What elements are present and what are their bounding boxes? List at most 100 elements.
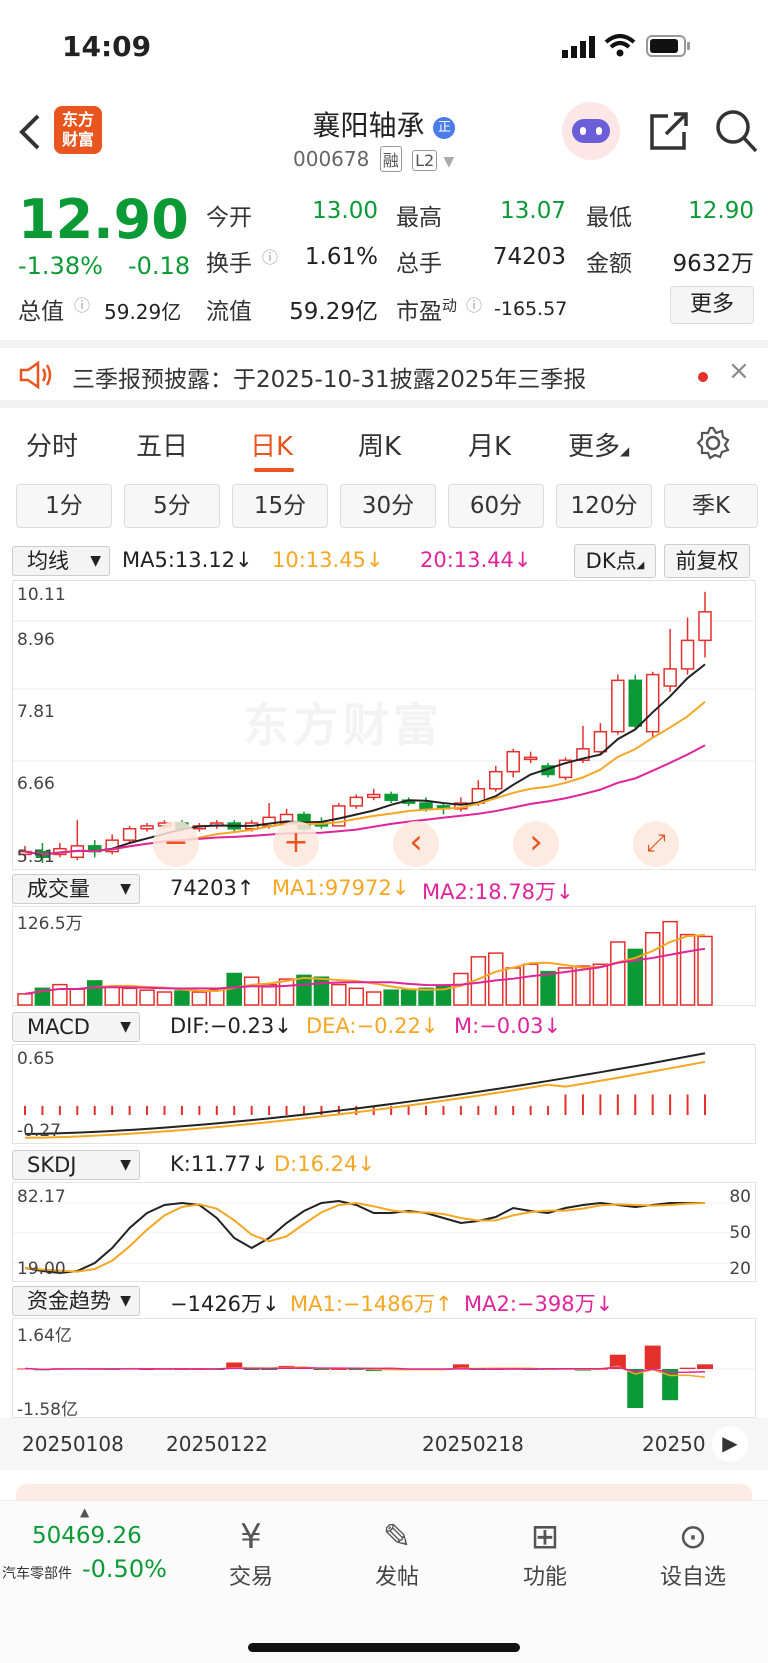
candle-body [593,730,608,753]
battery-icon [646,35,690,57]
home-indicator [248,1643,520,1652]
float-value: 59.29亿 [289,299,378,325]
tab-5min[interactable]: 5分 [124,484,220,528]
low-value: 12.90 [688,198,754,224]
yen-icon: ¥ [240,1517,262,1557]
candle-body [489,770,503,790]
status-time: 14:09 [62,30,152,63]
volume-bar [400,989,417,1006]
volume-bar [679,933,696,1006]
dk-button[interactable]: DK点◢ [574,544,656,578]
tab-weekly[interactable]: 周K [358,426,401,463]
volume-bar [662,920,678,1006]
ma20-value: 20:13.44↓ [420,548,532,572]
ref-label: 80 [729,1187,751,1207]
tab-30min[interactable]: 30分 [340,484,436,528]
tab-120min[interactable]: 120分 [556,484,652,528]
tab-15min[interactable]: 15分 [232,484,328,528]
kline-panel[interactable]: 东方财富 10.11 8.96 7.81 6.66 5.51 − + ‹ › ⤢ [12,580,757,870]
pe-value: -165.57 [494,298,568,320]
tab-60min[interactable]: 60分 [448,484,544,528]
tab-monthly[interactable]: 月K [468,426,511,463]
fund-chart [13,1345,757,1408]
macd-selector[interactable]: MACD ▼ [12,1012,140,1042]
tab-daily[interactable]: 日K [250,426,293,463]
tab-5day[interactable]: 五日 [136,426,188,463]
adjust-button[interactable]: 前复权 [664,544,750,578]
volume-bar [261,983,277,1006]
function-button[interactable]: ⊞ 功能 [500,1515,590,1591]
settings-icon[interactable] [696,426,730,460]
ma-selector[interactable]: 均线 ▼ [12,546,110,576]
chevron-down-icon: ▼ [120,1293,131,1309]
volume-bar [52,983,68,1006]
k-line [24,1199,705,1275]
volume-bar [296,974,312,1006]
volume-value: 74203 [492,244,566,270]
l2-tag: L2 [412,150,438,171]
volume-panel[interactable]: 126.5万 [12,906,756,1006]
volume-ma2: MA2:18.78万↓ [422,880,574,904]
volume-bar [644,931,661,1006]
volume-bar [139,989,155,1006]
index-name: 汽车零部件 [2,1566,72,1582]
fund-bar [644,1345,661,1369]
info-icon[interactable]: ⓘ [262,244,278,268]
search-icon[interactable] [714,108,758,154]
volume-ma1: MA1:97972↓ [272,876,410,900]
y-label: 126.5万 [17,914,83,934]
period-tabs: 分时 五日 日K 周K 月K 更多◢ [0,412,768,472]
stock-header: 东方 财富 襄阳轴承 正 000678 融 L2 ▼ [0,100,768,180]
ma-line [24,663,706,856]
share-icon[interactable] [648,110,690,152]
zoom-in-button[interactable]: + [273,821,319,867]
open-value: 13.00 [312,198,378,224]
candle-body [645,673,660,733]
fund-value: −1426万↓ [170,1292,280,1316]
scroll-left-button[interactable]: ‹ [393,821,439,867]
more-button[interactable]: 更多 [670,286,754,324]
turnover-label: 换手 [206,251,252,277]
edit-icon: ✎ [382,1517,412,1557]
close-icon[interactable]: × [728,356,750,386]
notice-bar[interactable]: 三季报预披露：于2025-10-31披露2025年三季报 × [0,340,768,408]
zoom-out-button[interactable]: − [153,821,199,867]
volume-bar [86,980,103,1006]
stock-code: 000678 [293,147,370,171]
tab-more[interactable]: 更多◢ [568,426,629,463]
fund-panel[interactable]: 1.64亿 -1.58亿 [12,1318,757,1420]
macd-panel[interactable]: 0.65 -0.27 [12,1044,756,1144]
volume-selector[interactable]: 成交量 ▼ [12,874,140,904]
y-label: 7.81 [17,702,55,722]
volume-bar [121,987,138,1006]
volume-bar [174,990,190,1006]
stock-code-row[interactable]: 000678 融 L2 ▼ [293,146,454,172]
amount-label: 金额 [586,251,632,277]
y-label: 10.11 [17,585,66,605]
macd-m: M:−0.03↓ [454,1014,562,1038]
candle-body [349,796,364,807]
tab-1min[interactable]: 1分 [16,484,112,528]
assistant-avatar[interactable] [562,102,620,160]
index-value[interactable]: 50469.26 [32,1523,142,1549]
tab-intraday[interactable]: 分时 [26,426,78,463]
change-percent: -1.38% [18,252,103,280]
skdj-selector[interactable]: SKDJ ▼ [12,1150,140,1180]
fullscreen-button[interactable]: ⤢ [633,821,679,867]
grid-icon: ⊞ [530,1517,560,1557]
fund-selector[interactable]: 资金趋势 ▼ [12,1286,140,1316]
chevron-right-icon[interactable]: ▶ [712,1426,748,1462]
watchlist-button[interactable]: ⊙ 设自选 [648,1515,738,1591]
trade-button[interactable]: ¥ 交易 [206,1515,296,1591]
info-icon[interactable]: ⓘ [466,292,482,316]
skdj-panel[interactable]: 82.17 19.00 80 50 20 [12,1182,757,1282]
more-icon: ⊙ [678,1517,708,1557]
scroll-right-button[interactable]: › [513,821,559,867]
turnover-value: 1.61% [304,244,378,270]
chevron-down-icon: ▼ [120,1019,131,1035]
post-button[interactable]: ✎ 发帖 [352,1515,442,1591]
info-icon[interactable]: ⓘ [74,292,90,316]
tab-quarterly[interactable]: 季K [664,484,758,528]
ref-label: 20 [729,1259,751,1279]
macd-dif: DIF:−0.23↓ [170,1014,292,1038]
